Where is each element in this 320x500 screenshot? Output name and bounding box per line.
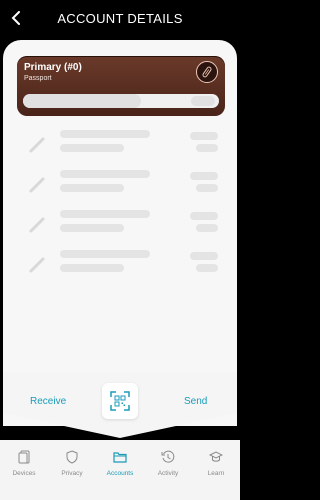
shield-icon [66,450,78,464]
skeleton-row [22,128,222,160]
account-loading-bar [23,94,219,108]
skeleton-line [196,184,218,192]
passport-icon [196,61,218,83]
qr-scan-icon [110,391,130,411]
skeleton-row [22,168,222,200]
account-type: Passport [24,75,52,82]
skeleton-line [60,170,150,178]
scan-qr-button[interactable] [102,383,138,419]
nav-label: Learn [207,470,225,477]
receive-button[interactable]: Receive [30,396,66,407]
devices-icon [18,450,30,464]
send-button[interactable]: Send [184,396,207,407]
nav-item-privacy[interactable]: Privacy [48,450,96,477]
graduation-cap-icon [209,451,223,462]
skeleton-line [60,130,150,138]
skeleton-line [60,210,150,218]
nav-item-learn[interactable]: Learn [192,450,240,477]
skeleton-line [60,264,124,272]
skeleton-line [60,250,150,258]
nav-item-devices[interactable]: Devices [0,450,48,477]
transaction-placeholder-icon [29,217,45,233]
page-title: ACCOUNT DETAILS [57,10,183,26]
transaction-placeholder-icon [29,257,45,273]
history-icon [161,450,175,463]
back-button[interactable] [8,9,24,27]
account-loading-fill [23,94,141,108]
account-name: Primary (#0) [24,62,82,73]
chevron-left-icon [11,11,20,25]
skeleton-line [196,144,218,152]
transaction-placeholder-icon [29,137,45,153]
skeleton-row [22,248,222,280]
skeleton-line [190,252,218,260]
nav-item-activity[interactable]: Activity [144,450,192,477]
skeleton-line [190,172,218,180]
skeleton-line [196,224,218,232]
header: ACCOUNT DETAILS [0,0,240,36]
skeleton-line [60,224,124,232]
nav-label: Devices [12,470,36,477]
nav-label: Accounts [106,470,134,477]
nav-item-accounts[interactable]: Accounts [96,450,144,477]
account-loading-placeholder [191,96,215,106]
nav-label: Activity [157,470,179,477]
skeleton-row [22,208,222,240]
skeleton-line [190,212,218,220]
account-card[interactable]: Primary (#0) Passport [17,56,225,116]
bottom-navigation: Devices Privacy Accounts Activity Learn [0,440,240,500]
skeleton-line [190,132,218,140]
nav-label: Privacy [61,470,83,477]
skeleton-line [60,144,124,152]
folder-icon [113,452,127,463]
skeleton-line [60,184,124,192]
skeleton-line [196,264,218,272]
transaction-placeholder-icon [29,177,45,193]
